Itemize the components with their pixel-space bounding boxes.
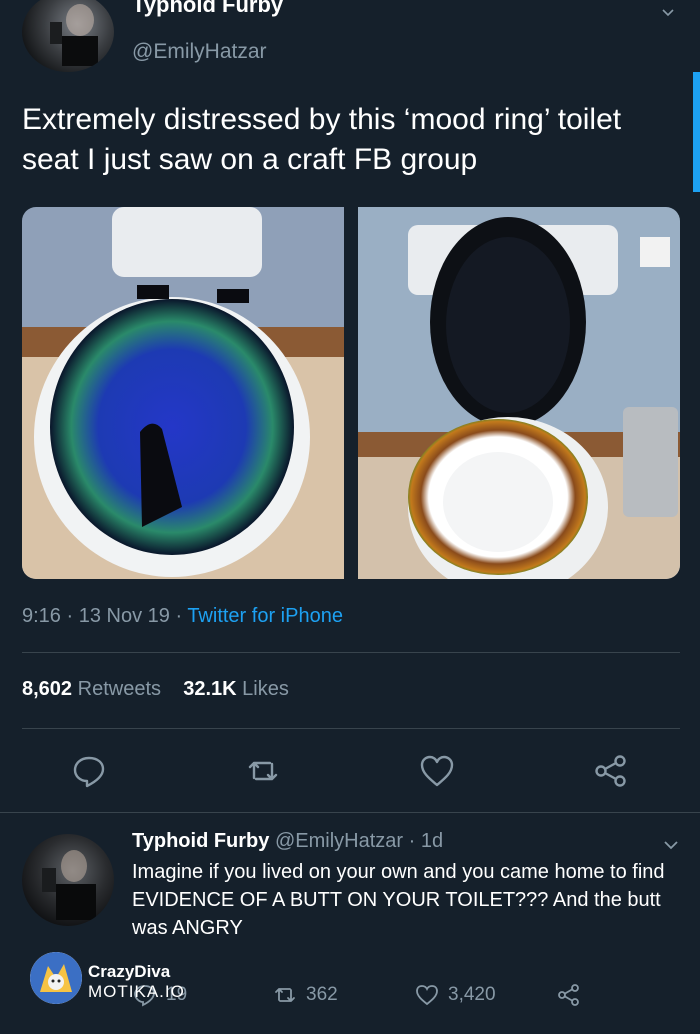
tweet-text: Extremely distressed by this ‘mood ring’…: [22, 103, 622, 176]
divider: [22, 652, 680, 653]
chevron-down-icon[interactable]: [662, 836, 680, 854]
reply-like-button[interactable]: 3,420: [414, 982, 496, 1008]
reply-retweet-button[interactable]: 362: [272, 982, 338, 1008]
retweet-count: 362: [306, 984, 338, 1005]
reply-author-name[interactable]: Typhoid Furby: [132, 830, 269, 852]
reply-share-button[interactable]: [556, 982, 582, 1008]
like-icon[interactable]: [414, 982, 440, 1008]
toilet-seat-photo-closed[interactable]: [22, 207, 344, 579]
share-icon[interactable]: [556, 982, 582, 1008]
retweets-stat[interactable]: 8,602 Retweets: [22, 678, 161, 700]
watermark-domain: MOTIKA.IO: [88, 982, 185, 1001]
scroll-indicator: [693, 72, 700, 192]
tweet-source[interactable]: Twitter for iPhone: [187, 605, 343, 627]
retweet-icon[interactable]: [244, 752, 282, 790]
author-handle[interactable]: @EmilyHatzar: [132, 40, 267, 64]
tweet-date: 13 Nov 19: [78, 605, 170, 627]
reply-time[interactable]: 1d: [421, 830, 443, 852]
reply-author-handle[interactable]: @EmilyHatzar: [275, 830, 403, 852]
divider: [22, 728, 680, 729]
watermark-logo: [30, 952, 82, 1004]
tweet-media[interactable]: [22, 207, 680, 579]
tweet-stats: 8,602 Retweets 32.1K Likes: [22, 678, 289, 701]
like-icon[interactable]: [418, 752, 456, 790]
reply-header: Typhoid Furby @EmilyHatzar · 1d: [132, 830, 444, 852]
reply-text: Imagine if you lived on your own and you…: [132, 861, 665, 939]
like-count: 3,420: [448, 984, 496, 1005]
author-avatar[interactable]: [22, 0, 114, 72]
reply-icon[interactable]: [70, 752, 108, 790]
toilet-seat-photo-open[interactable]: [358, 207, 680, 579]
author-name[interactable]: Typhoid Furby: [132, 0, 283, 18]
divider: [0, 812, 700, 813]
likes-stat[interactable]: 32.1K Likes: [183, 678, 289, 700]
tweet-time: 9:16: [22, 605, 61, 627]
retweet-icon[interactable]: [272, 982, 298, 1008]
tweet-timestamp[interactable]: 9:16 · 13 Nov 19 · Twitter for iPhone: [22, 605, 343, 628]
share-icon[interactable]: [592, 752, 630, 790]
watermark-name: CrazyDiva: [88, 962, 171, 981]
reply-author-avatar[interactable]: [22, 834, 114, 926]
chevron-down-icon[interactable]: [660, 4, 676, 20]
